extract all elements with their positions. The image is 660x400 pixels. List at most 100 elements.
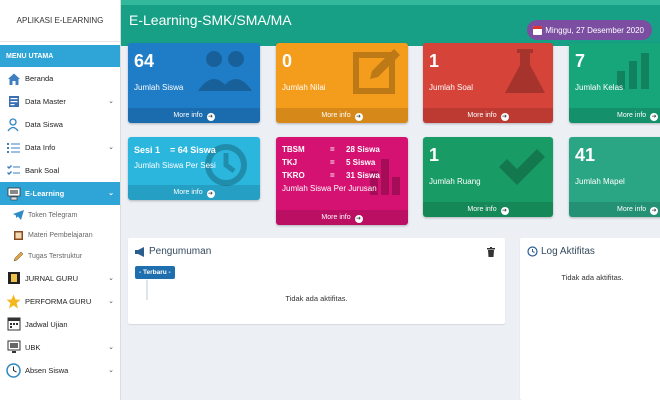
jurusan-count: 28 Siswa: [346, 145, 380, 154]
arrow-right-icon: ➜: [206, 113, 215, 121]
flask-icon: [503, 47, 547, 99]
stat-value: 41: [575, 145, 596, 165]
more-info-link[interactable]: More info ➜: [423, 202, 553, 217]
app-brand: APLIKASI E-LEARNING: [0, 0, 120, 42]
more-info-link[interactable]: More info ➜: [276, 108, 408, 123]
database-icon: [6, 94, 21, 109]
jurusan-row: TKJ = 5 Siswa: [282, 158, 375, 167]
sidebar-item-jurnal-guru[interactable]: JURNAL GURU ⌄: [0, 267, 120, 290]
submenu-item-label: Tugas Terstruktur: [28, 252, 83, 260]
sidebar-item-label: Beranda: [25, 74, 54, 83]
date-text: Minggu, 27 Desember 2020: [545, 25, 644, 35]
stat-value: 1: [429, 51, 440, 71]
stat-box-nilai: 0 Jumlah Nilai More info ➜: [276, 43, 408, 123]
sidebar-item-data-siswa[interactable]: Data Siswa: [0, 113, 120, 136]
stat-box-kelas: 7 Jumlah Kelas More info ➜: [569, 43, 660, 123]
sidebar-item-beranda[interactable]: Beranda: [0, 67, 120, 90]
menu-header: MENU UTAMA: [0, 45, 120, 67]
jurusan-count: 31 Siswa: [346, 171, 380, 180]
stat-value: 64: [134, 51, 155, 71]
check-icon: [497, 147, 547, 189]
arrow-right-icon: ➜: [500, 207, 509, 215]
more-info-link[interactable]: More info ➜: [423, 108, 553, 123]
users-icon: [6, 117, 21, 132]
jurusan-eq: =: [330, 171, 335, 180]
chevron-down-icon: ⌄: [108, 343, 114, 351]
arrow-right-icon: ➜: [354, 113, 363, 121]
jurusan-eq: =: [330, 145, 335, 154]
panel-header: Pengumuman: [135, 246, 211, 257]
stat-label: Jumlah Mapel: [575, 177, 625, 186]
submenu-item-tugas[interactable]: Tugas Terstruktur: [0, 246, 120, 267]
chevron-down-icon: ⌄: [108, 297, 114, 305]
list-icon: [6, 140, 21, 155]
sidebar-item-label: Data Siswa: [25, 120, 63, 129]
more-info-label: More info: [321, 214, 351, 221]
jurusan-count: 5 Siswa: [346, 158, 376, 167]
stat-box-soal: 1 Jumlah Soal More info ➜: [423, 43, 553, 123]
latest-badge: - Terbaru -: [135, 266, 175, 279]
edit-icon: [352, 47, 402, 97]
sidebar-item-label: Jadwal Ujian: [25, 319, 68, 329]
sidebar-item-jadwal-ujian[interactable]: Jadwal Ujian: [0, 313, 120, 336]
arrow-right-icon: ➜: [354, 215, 363, 223]
submenu-item-materi[interactable]: Materi Pembelajaran: [0, 226, 120, 247]
jurusan-row: TBSM = 28 Siswa: [282, 145, 380, 154]
stat-label: Jumlah Soal: [429, 83, 474, 92]
empty-message: Tidak ada aktifitas.: [561, 273, 624, 282]
film-icon: [6, 271, 21, 286]
monitor-icon: [6, 340, 21, 355]
stat-value: 1: [429, 145, 440, 165]
clock-icon: [6, 362, 21, 378]
sidebar-item-data-info[interactable]: Data Info ⌄: [0, 136, 120, 159]
submenu-item-token-telegram[interactable]: Token Telegram: [0, 205, 120, 226]
more-info-label: More info: [467, 112, 497, 119]
telegram-icon: [12, 209, 24, 221]
stat-label: Jumlah Nilai: [282, 83, 326, 92]
star-icon: [6, 294, 21, 309]
jurusan-name: TBSM: [282, 145, 305, 154]
more-info-label: More info: [617, 112, 647, 119]
chevron-down-icon: ⌄: [108, 366, 114, 374]
stat-value: 0: [282, 51, 293, 71]
page-header: E-Learning-SMK/SMA/MA Minggu, 27 Desembe…: [121, 0, 660, 46]
stat-box-ruang: 1 Jumlah Ruang More info ➜: [423, 137, 553, 217]
sidebar-item-bank-soal[interactable]: Bank Soal: [0, 159, 120, 182]
trash-icon[interactable]: [487, 247, 495, 257]
stat-box-sesi: Sesi 1 = 64 Siswa Jumlah Siswa Per Sesi …: [128, 137, 260, 200]
bullhorn-icon: [135, 246, 146, 257]
more-info-link[interactable]: More info ➜: [128, 185, 260, 200]
chevron-down-icon: ⌄: [108, 98, 114, 105]
sidebar-item-label: UBK: [25, 342, 41, 352]
stat-box-jurusan: TBSM = 28 Siswa TKJ = 5 Siswa TKRO = 31 Siswa …: [276, 137, 408, 225]
more-info-link[interactable]: More info ➜: [569, 108, 660, 123]
sidebar-item-absen-siswa[interactable]: Absen Siswa ⌄: [0, 359, 120, 382]
empty-message: Tidak ada aktifitas.: [285, 294, 348, 303]
arrow-right-icon: ➜: [206, 190, 215, 198]
arrow-right-icon: ➜: [650, 113, 659, 121]
more-info-link[interactable]: More info ➜: [569, 202, 660, 217]
jurusan-name: TKRO: [282, 171, 305, 180]
more-info-label: More info: [173, 189, 203, 196]
more-info-link[interactable]: More info ➜: [276, 210, 408, 225]
jurusan-name: TKJ: [282, 158, 298, 167]
more-info-label: More info: [617, 206, 647, 213]
sesi-title: Sesi 1 = 64 Siswa: [134, 145, 216, 155]
more-info-link[interactable]: More info ➜: [128, 108, 260, 123]
chevron-down-icon: ⌄: [108, 190, 114, 197]
jurusan-eq: =: [330, 158, 335, 167]
pencil-icon: [12, 250, 24, 262]
pengumuman-panel: Pengumuman - Terbaru - Tidak ada aktifit…: [128, 238, 505, 324]
sidebar-item-ubk[interactable]: UBK ⌄: [0, 336, 120, 359]
submenu-item-label: Token Telegram: [28, 211, 78, 219]
more-info-label: More info: [467, 206, 497, 213]
stat-label: Jumlah Siswa Per Sesi: [134, 161, 216, 170]
history-icon: [527, 246, 538, 257]
sidebar-item-label: Data Info: [25, 143, 56, 152]
arrow-right-icon: ➜: [500, 113, 509, 121]
book-icon: [12, 230, 24, 242]
sidebar-item-data-master[interactable]: Data Master ⌄: [0, 90, 120, 113]
sidebar-item-e-learning[interactable]: E-Learning ⌄: [0, 182, 120, 205]
sidebar-item-performa-guru[interactable]: PERFORMA GURU ⌄: [0, 290, 120, 313]
submenu-item-label: Materi Pembelajaran: [28, 232, 93, 240]
